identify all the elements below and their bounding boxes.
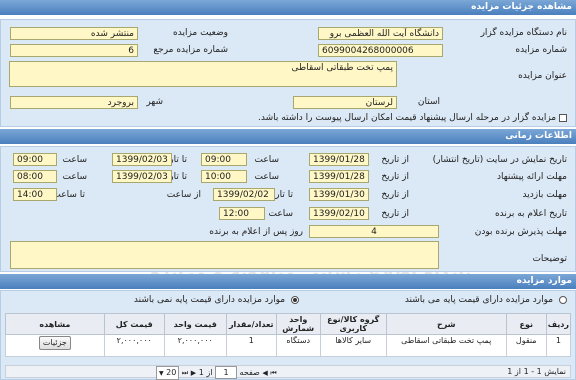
col-unit-price: قیمت واحد [163, 313, 227, 335]
timing-panel: تاریخ نمایش در سایت (تاریخ انتشار) از تا… [0, 146, 576, 272]
col-unit: واحد شمارش [275, 313, 321, 335]
offer-from-time: 10:00 [201, 170, 247, 183]
page-input[interactable]: 1 [214, 366, 237, 379]
radio-with-base-label: موارد مزایده دارای قیمت پایه می باشند [404, 295, 554, 305]
attach-note-row: مزایده گزار در مرحله ارسال پیشنهاد قیمت … [258, 113, 567, 123]
radio-with-base-row[interactable]: موارد مزایده دارای قیمت پایه می باشند [405, 295, 567, 305]
status-label: وضعیت مزایده [173, 28, 228, 38]
cell-qty: 1 [225, 334, 277, 357]
pager-controls: ⏮ ◀ صفحه 1 از 1 ▶ ⏭ 20 ▼ [156, 366, 277, 380]
radio-without-base[interactable] [291, 295, 299, 304]
winner-date-label: از تاریخ [381, 209, 409, 219]
cell-unit: دستگاه [275, 334, 321, 357]
publish-from-time-label: ساعت [254, 155, 280, 165]
cell-unit-price: ۲,۰۰۰,۰۰۰ [163, 334, 227, 357]
cell-type: منقول [505, 334, 547, 357]
offer-label: مهلت ارائه پیشنهاد [496, 172, 567, 182]
col-index: ردیف [545, 313, 572, 335]
visit-to-date: 1399/02/02 [213, 188, 275, 201]
visit-from-date: 1399/01/30 [309, 188, 369, 201]
number-label: شماره مزایده [515, 45, 567, 55]
attach-checkbox[interactable] [559, 113, 567, 122]
prev-page-icon[interactable]: ◀ [262, 369, 267, 377]
page-size-value: 20 [166, 368, 177, 377]
offer-to-time-label: ساعت [62, 172, 88, 182]
winner-time-label: ساعت [268, 209, 294, 219]
col-desc: شرح [385, 313, 507, 335]
table-row: 1 منقول پمپ تخت طبقاتی اسقاطی سایر کالاه… [5, 334, 572, 357]
offer-from-date-label: از تاریخ [381, 172, 409, 182]
winner-label: تاریخ اعلام به برنده [494, 209, 567, 219]
col-group: گروه کالا/نوع کاربری [319, 313, 387, 335]
accept-days-field: 4 [309, 225, 439, 238]
pager-summary: نمایش 1 - 1 از 1 [507, 367, 566, 376]
offer-to-date: 1399/02/03 [112, 170, 172, 183]
notes-label: توضیحات [532, 254, 567, 264]
cell-desc: پمپ تخت طبقاتی اسقاطی [385, 334, 507, 357]
title-label: عنوان مزایده [518, 71, 567, 81]
cell-view: جزئیات [5, 334, 105, 357]
publish-label: تاریخ نمایش در سایت (تاریخ انتشار) [432, 155, 567, 165]
items-table: ردیف نوع شرح گروه کالا/نوع کاربری واحد ش… [5, 313, 572, 357]
number-field: 6099004268000006 [318, 44, 443, 57]
attach-note: مزایده گزار در مرحله ارسال پیشنهاد قیمت … [257, 113, 557, 123]
accept-label: مهلت پذیرش برنده بودن [474, 227, 567, 237]
radio-with-base[interactable] [559, 295, 567, 304]
chevron-down-icon: ▼ [159, 370, 164, 377]
publish-from-date-label: از تاریخ [381, 155, 409, 165]
pager: نمایش 1 - 1 از 1 ⏮ ◀ صفحه 1 از 1 ▶ ⏭ 20 … [5, 365, 571, 380]
radio-without-base-label: موارد مزایده دارای قیمت پایه نمی باشند [133, 295, 286, 305]
city-field: بروجرد [10, 96, 138, 109]
province-label: استان [417, 97, 440, 107]
title-field: پمپ تخت طبقاتی اسقاطی [9, 61, 397, 87]
next-page-icon[interactable]: ▶ [191, 369, 196, 377]
items-table-wrap: ردیف نوع شرح گروه کالا/نوع کاربری واحد ش… [5, 313, 572, 357]
items-table-header: ردیف نوع شرح گروه کالا/نوع کاربری واحد ش… [5, 313, 572, 335]
publish-to-date: 1399/02/03 [112, 153, 172, 166]
offer-to-time: 08:00 [13, 170, 57, 183]
status-field: منتشر شده [10, 27, 138, 40]
notes-field [10, 241, 439, 269]
col-qty: تعداد/مقدار [225, 313, 277, 335]
publish-to-time: 09:00 [13, 153, 57, 166]
items-section-header: موارد مزایده [0, 274, 576, 289]
col-total: قیمت کل [103, 313, 165, 335]
ref-field: 6 [10, 44, 138, 57]
cell-total: ۲,۰۰۰,۰۰۰ [103, 334, 165, 357]
col-view: مشاهده [5, 313, 105, 335]
page-word: صفحه [239, 368, 260, 377]
details-button[interactable]: جزئیات [38, 336, 71, 350]
visit-to-time-label: تا ساعت [52, 190, 85, 200]
details-section-header: مشاهده جزئیات مزایده [0, 0, 576, 15]
publish-from-date: 1399/01/28 [309, 153, 369, 166]
page-size-select[interactable]: 20 ▼ [156, 366, 180, 380]
city-label: شهر [146, 97, 163, 107]
visit-from-date-label: از تاریخ [381, 190, 409, 200]
cell-group: سایر کالاها [319, 334, 387, 357]
cell-index: 1 [545, 334, 572, 357]
org-label: نام دستگاه مزایده گزار [480, 28, 567, 38]
accept-suffix: روز پس از اعلام به برنده [209, 227, 303, 237]
last-page-icon[interactable]: ⏭ [182, 369, 188, 377]
details-panel: نام دستگاه مزایده گزار دانشگاه آیت الله … [0, 19, 576, 127]
winner-date: 1399/02/10 [309, 207, 369, 220]
timing-section-header: اطلاعات زمانی [0, 129, 576, 144]
items-panel: موارد مزایده دارای قیمت پایه می باشند مو… [0, 290, 576, 380]
offer-from-date: 1399/01/28 [309, 170, 369, 183]
publish-from-time: 09:00 [201, 153, 247, 166]
col-type: نوع [505, 313, 547, 335]
first-page-icon[interactable]: ⏮ [270, 369, 276, 377]
winner-time: 12:00 [219, 207, 265, 220]
ref-label: شماره مزایده مرجع [153, 45, 228, 55]
province-field: لرستان [293, 96, 397, 109]
visit-to-time: 14:00 [13, 188, 57, 201]
offer-from-time-label: ساعت [254, 172, 280, 182]
visit-from-time-label: از ساعت [166, 190, 201, 200]
org-field: دانشگاه آیت الله العظمی برو [318, 27, 443, 40]
page-of: از 1 [198, 368, 213, 377]
visit-label: مهلت بازدید [522, 190, 567, 200]
publish-to-time-label: ساعت [62, 155, 88, 165]
radio-without-base-row[interactable]: موارد مزایده دارای قیمت پایه نمی باشند [134, 295, 299, 305]
